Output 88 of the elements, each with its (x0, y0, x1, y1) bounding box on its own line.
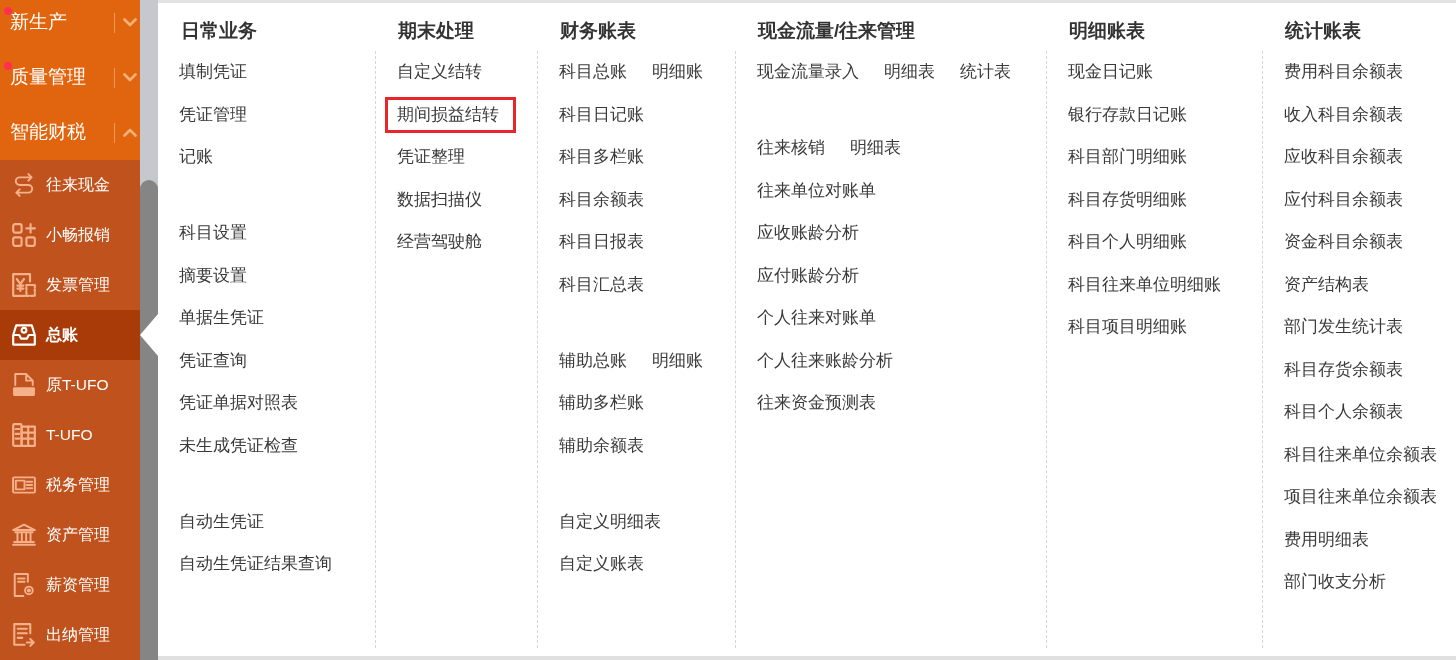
menu-link[interactable]: 科目日记账 (559, 104, 644, 125)
yen-receipt-icon (12, 273, 36, 297)
column-heading: 财务账表 (559, 19, 637, 43)
menu-link[interactable]: 明细表 (850, 138, 901, 159)
menu-link[interactable]: 现金流量录入 (757, 62, 859, 83)
document-arrow-icon (12, 623, 36, 647)
menu-link[interactable]: 往来核销 (757, 138, 825, 159)
menu-link[interactable]: 统计表 (960, 62, 1011, 83)
tray-icon (12, 323, 36, 347)
column-heading: 统计账表 (1284, 19, 1362, 43)
sidebar-submenu-item[interactable]: 总账 (0, 310, 140, 360)
menu-link[interactable]: 资产结构表 (1284, 274, 1369, 295)
menu-link[interactable]: 明细账 (652, 350, 703, 371)
menu-link[interactable]: 往来资金预测表 (757, 393, 876, 414)
menu-link[interactable]: 科目存货明细账 (1068, 189, 1187, 210)
sidebar-submenu-item[interactable]: 税务管理 (0, 460, 140, 510)
column-heading: 现金流量/往来管理 (756, 19, 917, 43)
two-arrows-icon (12, 173, 36, 197)
scrollbar-track[interactable] (140, 0, 158, 660)
menu-link[interactable]: 明细账 (652, 62, 703, 83)
menu-link[interactable]: 经营驾驶舱 (397, 232, 482, 253)
menu-link[interactable]: 科目部门明细账 (1068, 147, 1187, 168)
menu-link[interactable]: 费用科目余额表 (1284, 62, 1403, 83)
menu-link[interactable]: 科目个人明细账 (1068, 232, 1187, 253)
menu-link[interactable]: 科目设置 (179, 223, 247, 244)
sidebar-submenu-item[interactable]: 原T-UFO (0, 360, 140, 410)
menu-link[interactable]: 自动生凭证 (179, 511, 264, 532)
menu-link[interactable]: 部门收支分析 (1284, 572, 1386, 593)
menu-link[interactable]: 科目往来单位明细账 (1068, 274, 1221, 295)
menu-link[interactable]: 应收账龄分析 (757, 223, 859, 244)
sidebar-submenu-item[interactable]: 资产管理 (0, 510, 140, 560)
menu-link[interactable]: 科目汇总表 (559, 274, 644, 295)
menu-link[interactable]: 科目总账 (559, 62, 627, 83)
menu-link[interactable]: 明细表 (884, 62, 935, 83)
menu-link[interactable]: 应付账龄分析 (757, 265, 859, 286)
menu-link[interactable]: 科目日报表 (559, 232, 644, 253)
sidebar-submenu-item[interactable]: 发票管理 (0, 260, 140, 310)
menu-link[interactable]: 应收科目余额表 (1284, 147, 1403, 168)
menu-link[interactable]: 个人往来账龄分析 (757, 350, 893, 371)
menu-link[interactable]: 费用明细表 (1284, 529, 1369, 550)
menu-link[interactable]: 现金日记账 (1068, 62, 1153, 83)
menu-link[interactable]: 填制凭证 (179, 62, 247, 83)
bank-icon (12, 523, 36, 547)
menu-link[interactable]: 银行存款日记账 (1068, 104, 1187, 125)
sidebar-submenu-item[interactable]: 往来现金 (0, 160, 140, 210)
menu-link[interactable]: 资金科目余额表 (1284, 232, 1403, 253)
menu-link[interactable]: 应付科目余额表 (1284, 189, 1403, 210)
menu-link[interactable]: 辅助多栏账 (559, 393, 644, 414)
document-gear-icon (12, 573, 36, 597)
menu-link[interactable]: 往来单位对账单 (757, 180, 876, 201)
sidebar-submenu-item[interactable]: 薪资管理 (0, 560, 140, 610)
menu-link[interactable]: 辅助余额表 (559, 435, 644, 456)
menu-link[interactable]: 自动生凭证结果查询 (179, 554, 332, 575)
scrollbar-thumb[interactable] (140, 180, 158, 660)
menu-link[interactable]: 自定义账表 (559, 554, 644, 575)
menu-link[interactable]: 科目存货余额表 (1284, 359, 1403, 380)
sidebar-submenu-item[interactable]: 出纳管理 (0, 610, 140, 660)
sidebar-submenu-item[interactable]: T-UFO (0, 410, 140, 460)
menu-link[interactable]: 科目个人余额表 (1284, 402, 1403, 423)
menu-link[interactable]: 凭证管理 (179, 104, 247, 125)
menu-link[interactable]: 自定义明细表 (559, 511, 661, 532)
menu-link[interactable]: 个人往来对账单 (757, 308, 876, 329)
column-heading: 期末处理 (397, 19, 475, 43)
menu-link[interactable]: 单据生凭证 (179, 308, 264, 329)
menu-link[interactable]: 科目往来单位余额表 (1284, 444, 1437, 465)
menu-link[interactable]: 科目项目明细账 (1068, 317, 1187, 338)
menu-link[interactable]: 凭证单据对照表 (179, 393, 298, 414)
menu-link[interactable]: 收入科目余额表 (1284, 104, 1403, 125)
menu-link[interactable]: 摘要设置 (179, 265, 247, 286)
menu-link[interactable]: 凭证整理 (397, 147, 465, 168)
column-heading: 日常业务 (180, 19, 258, 43)
card-icon (12, 473, 36, 497)
menu-link[interactable]: 凭证查询 (179, 350, 247, 371)
grid-document-icon (12, 423, 36, 447)
grid-plus-icon (12, 223, 36, 247)
menu-link[interactable]: 未生成凭证检查 (179, 435, 298, 456)
menu-link[interactable]: 科目余额表 (559, 189, 644, 210)
menu-link[interactable]: 辅助总账 (559, 350, 627, 371)
menu-link[interactable]: 记账 (179, 147, 213, 168)
menu-link[interactable]: 数据扫描仪 (397, 189, 482, 210)
menu-link[interactable]: 自定义结转 (397, 62, 482, 83)
menu-link[interactable]: 科目多栏账 (559, 147, 644, 168)
menu-link[interactable]: 项目往来单位余额表 (1284, 487, 1437, 508)
menu-link[interactable]: 部门发生统计表 (1284, 317, 1403, 338)
column-heading: 明细账表 (1068, 19, 1146, 43)
menu-link[interactable]: 期间损益结转 (385, 96, 516, 133)
document-icon (12, 373, 36, 397)
sidebar-submenu-item[interactable]: 小畅报销 (0, 210, 140, 260)
